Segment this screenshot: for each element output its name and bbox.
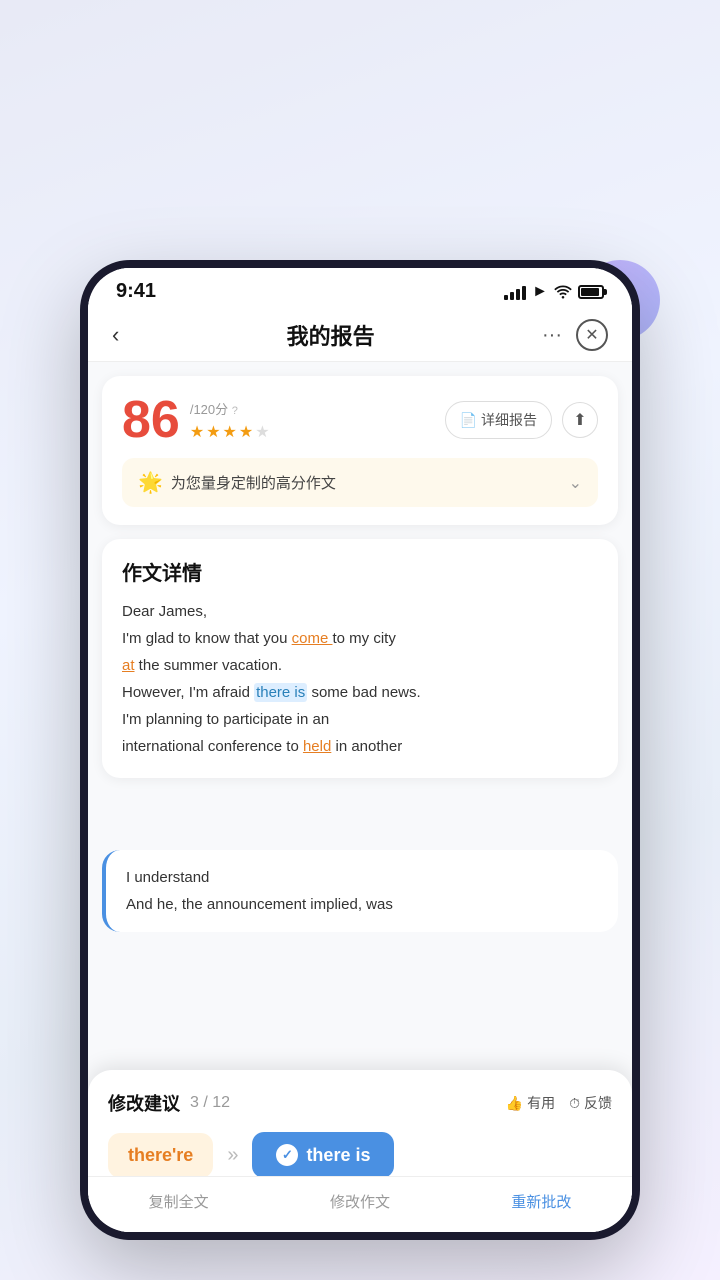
score-left: 86 /120分 ? ★ ★ ★ ★ ★ xyxy=(122,394,270,446)
star-2: ★ xyxy=(206,422,220,442)
wifi-symbol-icon xyxy=(554,285,572,299)
star-4: ★ xyxy=(239,422,253,442)
copy-button[interactable]: 复制全文 xyxy=(149,1191,209,1212)
custom-banner-text: 为您量身定制的高分作文 xyxy=(171,472,336,493)
essay-section: 作文详情 Dear James, I'm glad to know that y… xyxy=(102,539,618,778)
original-word: there're xyxy=(108,1133,213,1178)
star-5: ★ xyxy=(255,422,269,442)
more-button[interactable]: ··· xyxy=(542,324,562,347)
come-highlight: come xyxy=(292,630,333,647)
essay-line-3: at the summer vacation. xyxy=(122,652,598,679)
essay-line-6: international conference to held in anot… xyxy=(122,733,598,760)
behind-line-2: And he, the announcement implied, was xyxy=(126,891,598,918)
phone-screen: 9:41 ►︎ xyxy=(88,268,632,1232)
corrected-text: there is xyxy=(306,1145,370,1166)
feedback-label: 反馈 xyxy=(584,1093,612,1113)
helpful-button[interactable]: 👍 有用 xyxy=(506,1093,555,1113)
suggestions-actions: 👍 有用 ⏱ 反馈 xyxy=(506,1093,612,1113)
upload-icon: ⬆ xyxy=(573,410,586,430)
essay-text: Dear James, I'm glad to know that you co… xyxy=(122,598,598,760)
score-number: 86 xyxy=(122,394,180,446)
thumbs-up-icon: 👍 xyxy=(506,1095,523,1112)
arrow-right-icon: » xyxy=(227,1144,238,1167)
suggestions-label: 修改建议 xyxy=(108,1090,180,1116)
score-card: 86 /120分 ? ★ ★ ★ ★ ★ 📄 xyxy=(102,376,618,525)
essay-line-1: Dear James, xyxy=(122,598,598,625)
report-button[interactable]: 📄 详细报告 xyxy=(445,401,552,439)
recheck-button[interactable]: 重新批改 xyxy=(511,1191,571,1212)
chevron-down-icon: ⌄ xyxy=(569,473,582,493)
edit-button[interactable]: 修改作文 xyxy=(330,1191,390,1212)
back-button[interactable]: ‹ xyxy=(112,322,119,348)
clock-icon: ⏱ xyxy=(569,1095,580,1112)
suggestions-title-area: 修改建议 3 / 12 xyxy=(108,1090,230,1116)
score-stars: ★ ★ ★ ★ ★ xyxy=(190,422,270,442)
upload-button[interactable]: ⬆ xyxy=(562,402,598,438)
nav-actions: ··· ✕ xyxy=(542,319,608,351)
behind-line-1: I understand xyxy=(126,864,598,891)
coin-icon: 🌟 xyxy=(138,470,163,495)
close-icon: ✕ xyxy=(585,325,598,345)
correction-row: there're » ✓ there is xyxy=(108,1132,612,1178)
at-highlight: at xyxy=(122,657,135,674)
report-icon: 📄 xyxy=(460,412,477,429)
signal-icon xyxy=(504,284,526,300)
score-top: 86 /120分 ? ★ ★ ★ ★ ★ 📄 xyxy=(122,394,598,446)
nav-title: 我的报告 xyxy=(287,319,375,351)
suggestions-panel: 修改建议 3 / 12 👍 有用 ⏱ 反馈 there're » xyxy=(88,1070,632,1232)
close-button[interactable]: ✕ xyxy=(576,319,608,351)
bottom-toolbar: 复制全文 修改作文 重新批改 xyxy=(88,1176,632,1232)
report-label: 详细报告 xyxy=(481,410,537,430)
phone-mockup: 9:41 ►︎ xyxy=(80,260,640,1240)
behind-panel-content: I understand And he, the announcement im… xyxy=(102,850,618,932)
check-icon: ✓ xyxy=(276,1144,298,1166)
wifi-icon: ►︎ xyxy=(532,283,548,301)
custom-banner-left: 🌟 为您量身定制的高分作文 xyxy=(138,470,336,495)
corrected-word: ✓ there is xyxy=(252,1132,394,1178)
essay-line-4: However, I'm afraid there is some bad ne… xyxy=(122,679,598,706)
score-max: /120分 ? xyxy=(190,399,270,418)
essay-line-5: I'm planning to participate in an xyxy=(122,706,598,733)
score-actions: 📄 详细报告 ⬆ xyxy=(445,401,598,439)
status-icons: ►︎ xyxy=(504,283,604,301)
feedback-button[interactable]: ⏱ 反馈 xyxy=(569,1093,612,1113)
helpful-label: 有用 xyxy=(527,1093,555,1113)
suggestions-count: 3 / 12 xyxy=(190,1094,230,1112)
custom-banner[interactable]: 🌟 为您量身定制的高分作文 ⌄ xyxy=(122,458,598,507)
status-time: 9:41 xyxy=(116,280,156,303)
score-meta: /120分 ? ★ ★ ★ ★ ★ xyxy=(190,399,270,442)
nav-bar: ‹ 我的报告 ··· ✕ xyxy=(88,309,632,362)
status-bar: 9:41 ►︎ xyxy=(88,268,632,309)
essay-section-title: 作文详情 xyxy=(122,557,598,586)
battery-icon xyxy=(578,285,604,299)
suggestions-header: 修改建议 3 / 12 👍 有用 ⏱ 反馈 xyxy=(108,1090,612,1116)
held-highlight: held xyxy=(303,738,331,755)
essay-line-2: I'm glad to know that you come to my cit… xyxy=(122,625,598,652)
there-is-highlight: there is xyxy=(254,683,307,702)
star-3: ★ xyxy=(223,422,237,442)
star-1: ★ xyxy=(190,422,204,442)
